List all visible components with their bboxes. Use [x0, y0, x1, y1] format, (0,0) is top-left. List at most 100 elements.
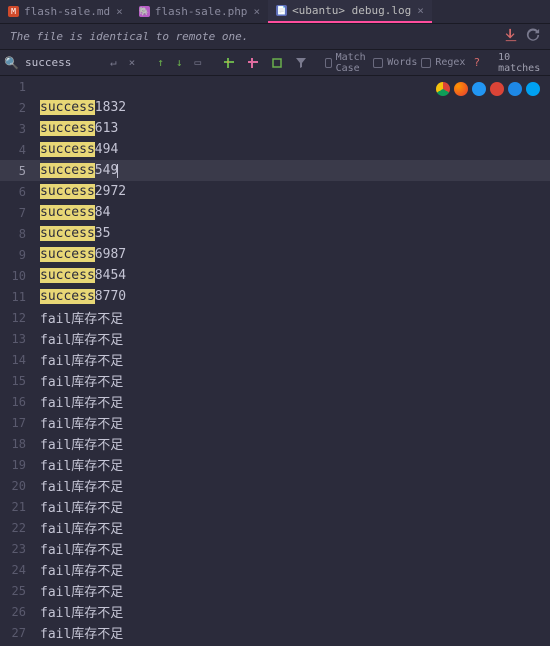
editor-line[interactable]: 12fail库存不足 [0, 307, 550, 328]
search-highlight: success [40, 142, 95, 157]
editor-line[interactable]: 14fail库存不足 [0, 349, 550, 370]
find-input[interactable] [22, 54, 102, 71]
line-text[interactable]: fail库存不足 [40, 455, 123, 474]
line-rest: fail库存不足 [40, 438, 123, 453]
line-rest: 1832 [95, 100, 126, 115]
safari-icon[interactable] [472, 82, 486, 96]
editor-line[interactable]: 24fail库存不足 [0, 559, 550, 580]
line-text[interactable]: success8454 [40, 268, 126, 283]
editor-line[interactable]: 8success35 [0, 223, 550, 244]
editor-line[interactable]: 2success1832 [0, 97, 550, 118]
line-text[interactable]: fail库存不足 [40, 476, 123, 495]
firefox-icon[interactable] [454, 82, 468, 96]
line-text[interactable]: success494 [40, 142, 118, 157]
next-match-icon[interactable]: ↓ [172, 54, 187, 71]
download-icon[interactable] [504, 28, 518, 45]
line-text[interactable]: fail库存不足 [40, 434, 123, 453]
select-all-icon[interactable]: ▭ [191, 54, 206, 71]
edge-icon[interactable] [526, 82, 540, 96]
line-rest: 8770 [95, 289, 126, 304]
editor-line[interactable]: 15fail库存不足 [0, 370, 550, 391]
editor-line[interactable]: 13fail库存不足 [0, 328, 550, 349]
line-text[interactable]: success6987 [40, 247, 126, 262]
close-icon[interactable]: × [116, 5, 123, 18]
editor-line[interactable]: 16fail库存不足 [0, 391, 550, 412]
editor[interactable]: 12success18323success6134success4945succ… [0, 76, 550, 646]
line-rest: fail库存不足 [40, 564, 123, 579]
line-text[interactable]: fail库存不足 [40, 518, 123, 537]
line-text[interactable]: success35 [40, 226, 110, 241]
line-number: 25 [0, 584, 40, 598]
editor-line[interactable]: 19fail库存不足 [0, 454, 550, 475]
editor-line[interactable]: 23fail库存不足 [0, 538, 550, 559]
line-rest: fail库存不足 [40, 333, 123, 348]
editor-line[interactable]: 6success2972 [0, 181, 550, 202]
editor-line[interactable]: 17fail库存不足 [0, 412, 550, 433]
editor-line[interactable]: 20fail库存不足 [0, 475, 550, 496]
line-text[interactable]: success549 [40, 163, 118, 178]
line-text[interactable]: success8770 [40, 289, 126, 304]
line-rest: fail库存不足 [40, 501, 123, 516]
editor-line[interactable]: 7success84 [0, 202, 550, 223]
refresh-icon[interactable] [526, 28, 540, 45]
line-text[interactable]: fail库存不足 [40, 623, 123, 642]
replace-all-icon[interactable] [267, 55, 287, 71]
editor-line[interactable]: 26fail库存不足 [0, 601, 550, 622]
line-number: 13 [0, 332, 40, 346]
line-rest: fail库存不足 [40, 417, 123, 432]
line-text[interactable]: success613 [40, 121, 118, 136]
line-rest: fail库存不足 [40, 375, 123, 390]
line-number: 16 [0, 395, 40, 409]
line-text[interactable]: fail库存不足 [40, 539, 123, 558]
editor-line[interactable]: 27fail库存不足 [0, 622, 550, 643]
close-icon[interactable]: × [253, 5, 260, 18]
line-text[interactable]: fail库存不足 [40, 560, 123, 579]
close-find-icon[interactable]: × [125, 54, 140, 71]
line-text[interactable]: fail库存不足 [40, 581, 123, 600]
tab-flash-sale-md[interactable]: M flash-sale.md × [0, 0, 131, 23]
line-text[interactable]: fail库存不足 [40, 350, 123, 369]
editor-line[interactable]: 25fail库存不足 [0, 580, 550, 601]
filter-icon[interactable] [291, 55, 311, 71]
replace-one-icon[interactable] [243, 55, 263, 71]
ie-icon[interactable] [508, 82, 522, 96]
add-selection-icon[interactable] [219, 55, 239, 71]
line-text[interactable]: fail库存不足 [40, 602, 123, 621]
tab-debug-log[interactable]: 📄 <ubantu> debug.log × [268, 0, 432, 23]
editor-line[interactable]: 21fail库存不足 [0, 496, 550, 517]
tab-flash-sale-php[interactable]: 🐘 flash-sale.php × [131, 0, 268, 23]
close-icon[interactable]: × [417, 4, 424, 17]
line-text[interactable]: fail库存不足 [40, 497, 123, 516]
php-icon: 🐘 [139, 6, 150, 17]
line-rest: fail库存不足 [40, 606, 123, 621]
new-line-icon[interactable]: ↵ [106, 54, 121, 71]
line-text[interactable]: fail库存不足 [40, 329, 123, 348]
editor-line[interactable]: 18fail库存不足 [0, 433, 550, 454]
editor-line[interactable]: 10success8454 [0, 265, 550, 286]
opera-icon[interactable] [490, 82, 504, 96]
line-text[interactable]: fail库存不足 [40, 371, 123, 390]
editor-line[interactable]: 5success549 [0, 160, 550, 181]
editor-line[interactable]: 22fail库存不足 [0, 517, 550, 538]
prev-match-icon[interactable]: ↑ [153, 54, 168, 71]
line-rest: fail库存不足 [40, 627, 123, 642]
line-text[interactable]: fail库存不足 [40, 392, 123, 411]
editor-line[interactable]: 4success494 [0, 139, 550, 160]
whole-words-toggle[interactable]: Words [373, 57, 417, 68]
editor-line[interactable]: 3success613 [0, 118, 550, 139]
search-icon: 🔍 [4, 56, 18, 70]
regex-toggle[interactable]: Regex [421, 57, 465, 68]
help-icon[interactable]: ? [469, 54, 484, 71]
line-number: 17 [0, 416, 40, 430]
line-text[interactable]: fail库存不足 [40, 308, 123, 327]
editor-line[interactable]: 11success8770 [0, 286, 550, 307]
editor-line[interactable]: 9success6987 [0, 244, 550, 265]
chrome-icon[interactable] [436, 82, 450, 96]
line-text[interactable]: success1832 [40, 100, 126, 115]
line-text[interactable]: success84 [40, 205, 110, 220]
line-text[interactable]: fail库存不足 [40, 413, 123, 432]
line-rest: fail库存不足 [40, 585, 123, 600]
match-case-toggle[interactable]: Match Case [325, 52, 369, 74]
line-number: 7 [0, 206, 40, 220]
line-text[interactable]: success2972 [40, 184, 126, 199]
